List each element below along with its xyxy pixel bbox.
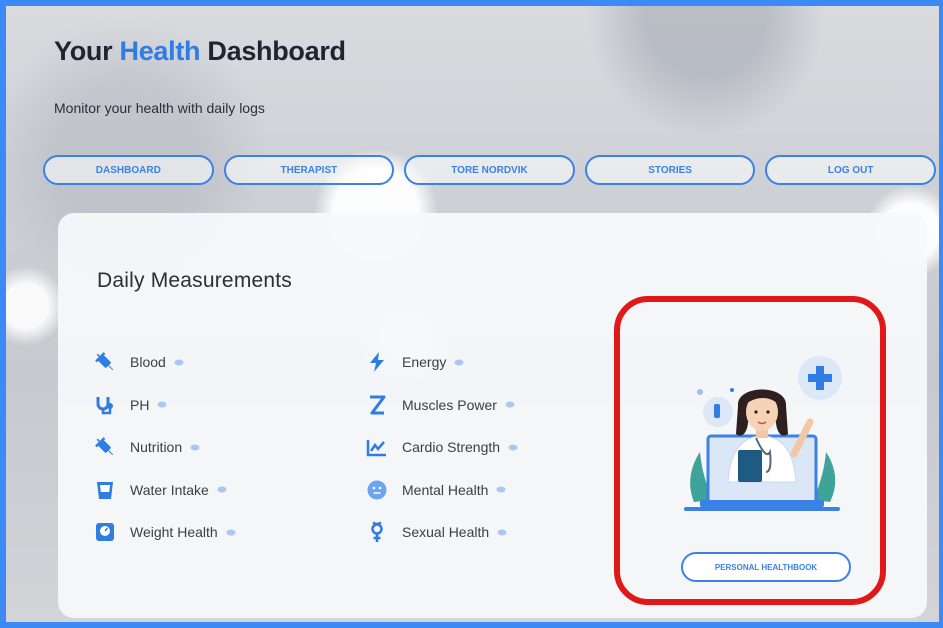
measurement-label: Cardio Strength: [402, 439, 501, 456]
syringe-icon: [94, 351, 116, 373]
measurement-ph[interactable]: PH: [94, 384, 236, 427]
measurement-muscles-power[interactable]: Muscles Power: [366, 384, 518, 427]
personal-healthbook-button[interactable]: PERSONAL HEALTHBOOK: [681, 552, 851, 582]
measurement-label: Blood: [130, 354, 166, 371]
measurement-label: Sexual Health: [402, 524, 490, 541]
measurement-blood[interactable]: Blood: [94, 341, 236, 384]
main-nav: DASHBOARD THERAPIST TORE NORDVIK STORIES…: [43, 155, 936, 185]
measurement-label: Weight Health: [130, 524, 218, 541]
measurement-sexual-health[interactable]: Sexual Health: [366, 511, 518, 554]
measurement-label: Muscles Power: [402, 396, 497, 413]
comment-icon: [497, 529, 507, 536]
measurement-label: PH: [130, 396, 150, 413]
comment-icon: [505, 401, 515, 408]
measurement-label: Water Intake: [130, 481, 209, 498]
section-title: Daily Measurements: [97, 269, 292, 292]
stethoscope-icon: [94, 394, 116, 416]
nav-logout-button[interactable]: LOG OUT: [765, 155, 936, 185]
measurements-list-right: Energy Muscles Power Cardio Strength Men…: [366, 341, 518, 554]
comment-icon: [454, 359, 464, 366]
measurement-nutrition[interactable]: Nutrition: [94, 426, 236, 469]
measurement-label: Mental Health: [402, 481, 489, 498]
heart-rate-chart-icon: [366, 436, 388, 458]
comment-icon: [496, 486, 506, 493]
comment-icon: [190, 444, 200, 451]
comment-icon: [217, 486, 227, 493]
doctor-illustration: [684, 356, 842, 511]
face-icon: [366, 479, 388, 501]
measurements-card: Daily Measurements Blood PH Nutrition Wa…: [58, 213, 927, 618]
page-title: Your Health Dashboard: [54, 36, 346, 66]
page-subtitle: Monitor your health with daily logs: [54, 100, 265, 116]
measurement-energy[interactable]: Energy: [366, 341, 518, 384]
measurements-list-left: Blood PH Nutrition Water Intake Weight H: [94, 341, 236, 554]
healthbook-highlight-box: PERSONAL HEALTHBOOK: [614, 296, 886, 605]
weight-scale-icon: [94, 521, 116, 543]
nav-stories-button[interactable]: STORIES: [584, 155, 756, 185]
nav-profile-button[interactable]: TORE NORDVIK: [404, 155, 575, 185]
screenshot-frame: Your Health Dashboard Monitor your healt…: [0, 0, 943, 628]
measurement-water-intake[interactable]: Water Intake: [94, 469, 236, 512]
comment-icon: [508, 444, 518, 451]
water-glass-icon: [94, 479, 116, 501]
comment-icon: [174, 359, 184, 366]
nav-therapist-button[interactable]: THERAPIST: [223, 155, 395, 185]
measurement-label: Nutrition: [130, 439, 183, 456]
measurement-cardio-strength[interactable]: Cardio Strength: [366, 426, 518, 469]
nav-dashboard-button[interactable]: DASHBOARD: [43, 155, 214, 185]
measurement-weight-health[interactable]: Weight Health: [94, 511, 236, 554]
syringe-icon: [94, 436, 116, 458]
comment-icon: [157, 401, 167, 408]
measurement-mental-health[interactable]: Mental Health: [366, 469, 518, 512]
comment-icon: [226, 529, 236, 536]
lightning-icon: [366, 351, 388, 373]
measurement-label: Energy: [402, 354, 447, 371]
dna-icon: [366, 394, 388, 416]
gender-symbol-icon: [366, 521, 388, 543]
